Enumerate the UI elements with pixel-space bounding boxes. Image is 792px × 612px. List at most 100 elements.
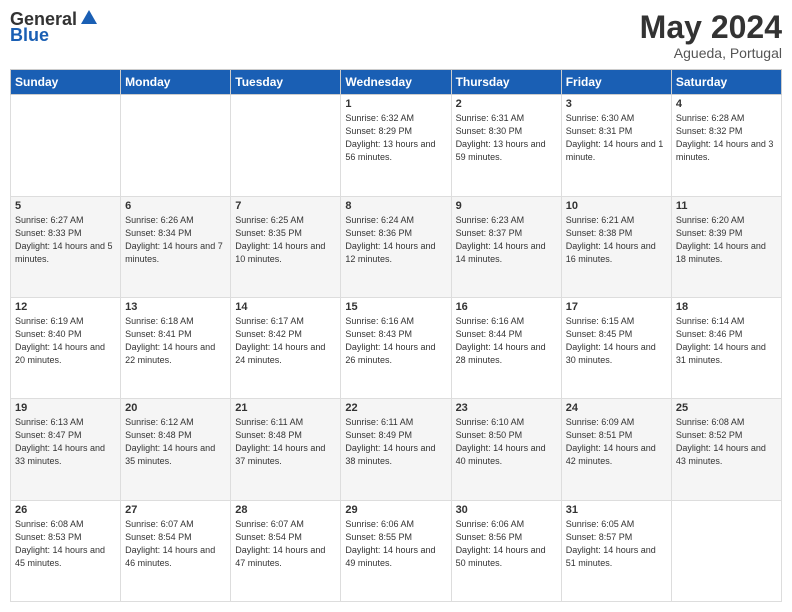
table-row: 10 Sunrise: 6:21 AMSunset: 8:38 PMDayligh… bbox=[561, 196, 671, 297]
day-info: Sunrise: 6:07 AMSunset: 8:54 PMDaylight:… bbox=[125, 518, 226, 570]
table-row: 6Sunrise: 6:26 AMSunset: 8:34 PMDaylight… bbox=[121, 196, 231, 297]
day-info: Sunrise: 6:14 AMSunset: 8:46 PMDaylight:… bbox=[676, 315, 777, 367]
table-row: 12 Sunrise: 6:19 AMSunset: 8:40 PMDayligh… bbox=[11, 297, 121, 398]
table-row: 20 Sunrise: 6:12 AMSunset: 8:48 PMDayligh… bbox=[121, 399, 231, 500]
day-number: 18 bbox=[676, 301, 777, 313]
day-number: 28 bbox=[235, 504, 336, 516]
week-row-4: 26 Sunrise: 6:08 AMSunset: 8:53 PMDayligh… bbox=[11, 500, 782, 601]
table-row: 2 Sunrise: 6:31 AMSunset: 8:30 PMDaylight… bbox=[451, 95, 561, 196]
table-row: 21 Sunrise: 6:11 AMSunset: 8:48 PMDayligh… bbox=[231, 399, 341, 500]
table-row bbox=[121, 95, 231, 196]
table-row: 29 Sunrise: 6:06 AMSunset: 8:55 PMDayligh… bbox=[341, 500, 451, 601]
header: General Blue May 2024 Agueda, Portugal bbox=[10, 10, 782, 61]
day-info: Sunrise: 6:06 AMSunset: 8:56 PMDaylight:… bbox=[456, 518, 557, 570]
day-number: 4 bbox=[676, 98, 777, 110]
day-number: 16 bbox=[456, 301, 557, 313]
day-number: 9 bbox=[456, 200, 557, 212]
page: General Blue May 2024 Agueda, Portugal S… bbox=[0, 0, 792, 612]
day-info: Sunrise: 6:24 AMSunset: 8:36 PMDaylight:… bbox=[345, 214, 446, 266]
table-row: 16 Sunrise: 6:16 AMSunset: 8:44 PMDayligh… bbox=[451, 297, 561, 398]
table-row: 19Sunrise: 6:13 AMSunset: 8:47 PMDayligh… bbox=[11, 399, 121, 500]
logo-icon bbox=[79, 8, 99, 28]
day-number: 21 bbox=[235, 402, 336, 414]
day-info: Sunrise: 6:21 AMSunset: 8:38 PMDaylight:… bbox=[566, 214, 667, 266]
table-row: 1 Sunrise: 6:32 AMSunset: 8:29 PMDaylight… bbox=[341, 95, 451, 196]
table-row: 31 Sunrise: 6:05 AMSunset: 8:57 PMDayligh… bbox=[561, 500, 671, 601]
table-row: 7Sunrise: 6:25 AMSunset: 8:35 PMDaylight… bbox=[231, 196, 341, 297]
day-info: Sunrise: 6:06 AMSunset: 8:55 PMDaylight:… bbox=[345, 518, 446, 570]
week-row-2: 12 Sunrise: 6:19 AMSunset: 8:40 PMDayligh… bbox=[11, 297, 782, 398]
day-info: Sunrise: 6:16 AMSunset: 8:43 PMDaylight:… bbox=[345, 315, 446, 367]
day-number: 6 bbox=[125, 200, 226, 212]
day-number: 1 bbox=[345, 98, 446, 110]
table-row bbox=[11, 95, 121, 196]
day-info: Sunrise: 6:23 AMSunset: 8:37 PMDaylight:… bbox=[456, 214, 557, 266]
day-number: 31 bbox=[566, 504, 667, 516]
table-row bbox=[231, 95, 341, 196]
day-info: Sunrise: 6:08 AMSunset: 8:52 PMDaylight:… bbox=[676, 416, 777, 468]
table-row: 13Sunrise: 6:18 AMSunset: 8:41 PMDayligh… bbox=[121, 297, 231, 398]
day-info: Sunrise: 6:08 AMSunset: 8:53 PMDaylight:… bbox=[15, 518, 116, 570]
col-friday: Friday bbox=[561, 70, 671, 95]
day-info: Sunrise: 6:30 AMSunset: 8:31 PMDaylight:… bbox=[566, 112, 667, 164]
day-number: 22 bbox=[345, 402, 446, 414]
col-saturday: Saturday bbox=[671, 70, 781, 95]
day-number: 11 bbox=[676, 200, 777, 212]
day-info: Sunrise: 6:17 AMSunset: 8:42 PMDaylight:… bbox=[235, 315, 336, 367]
table-row: 15 Sunrise: 6:16 AMSunset: 8:43 PMDayligh… bbox=[341, 297, 451, 398]
table-row: 24Sunrise: 6:09 AMSunset: 8:51 PMDayligh… bbox=[561, 399, 671, 500]
day-info: Sunrise: 6:19 AMSunset: 8:40 PMDaylight:… bbox=[15, 315, 116, 367]
day-number: 19 bbox=[15, 402, 116, 414]
day-info: Sunrise: 6:05 AMSunset: 8:57 PMDaylight:… bbox=[566, 518, 667, 570]
day-info: Sunrise: 6:20 AMSunset: 8:39 PMDaylight:… bbox=[676, 214, 777, 266]
title-block: May 2024 Agueda, Portugal bbox=[640, 10, 782, 61]
col-tuesday: Tuesday bbox=[231, 70, 341, 95]
day-info: Sunrise: 6:15 AMSunset: 8:45 PMDaylight:… bbox=[566, 315, 667, 367]
day-number: 23 bbox=[456, 402, 557, 414]
day-info: Sunrise: 6:16 AMSunset: 8:44 PMDaylight:… bbox=[456, 315, 557, 367]
day-number: 20 bbox=[125, 402, 226, 414]
col-monday: Monday bbox=[121, 70, 231, 95]
day-info: Sunrise: 6:25 AMSunset: 8:35 PMDaylight:… bbox=[235, 214, 336, 266]
day-number: 26 bbox=[15, 504, 116, 516]
table-row: 17 Sunrise: 6:15 AMSunset: 8:45 PMDayligh… bbox=[561, 297, 671, 398]
col-sunday: Sunday bbox=[11, 70, 121, 95]
table-row: 27 Sunrise: 6:07 AMSunset: 8:54 PMDayligh… bbox=[121, 500, 231, 601]
day-info: Sunrise: 6:32 AMSunset: 8:29 PMDaylight:… bbox=[345, 112, 446, 164]
day-number: 15 bbox=[345, 301, 446, 313]
day-number: 30 bbox=[456, 504, 557, 516]
week-row-3: 19Sunrise: 6:13 AMSunset: 8:47 PMDayligh… bbox=[11, 399, 782, 500]
day-info: Sunrise: 6:09 AMSunset: 8:51 PMDaylight:… bbox=[566, 416, 667, 468]
day-info: Sunrise: 6:07 AMSunset: 8:54 PMDaylight:… bbox=[235, 518, 336, 570]
day-info: Sunrise: 6:28 AMSunset: 8:32 PMDaylight:… bbox=[676, 112, 777, 164]
table-row: 5Sunrise: 6:27 AMSunset: 8:33 PMDaylight… bbox=[11, 196, 121, 297]
day-number: 12 bbox=[15, 301, 116, 313]
month-title: May 2024 bbox=[640, 10, 782, 45]
table-row: 25 Sunrise: 6:08 AMSunset: 8:52 PMDayligh… bbox=[671, 399, 781, 500]
day-number: 10 bbox=[566, 200, 667, 212]
table-row: 4 Sunrise: 6:28 AMSunset: 8:32 PMDaylight… bbox=[671, 95, 781, 196]
day-number: 2 bbox=[456, 98, 557, 110]
table-row: 30 Sunrise: 6:06 AMSunset: 8:56 PMDayligh… bbox=[451, 500, 561, 601]
day-number: 17 bbox=[566, 301, 667, 313]
day-number: 8 bbox=[345, 200, 446, 212]
table-row: 3 Sunrise: 6:30 AMSunset: 8:31 PMDaylight… bbox=[561, 95, 671, 196]
location-title: Agueda, Portugal bbox=[640, 45, 782, 61]
day-number: 29 bbox=[345, 504, 446, 516]
table-row: 18 Sunrise: 6:14 AMSunset: 8:46 PMDayligh… bbox=[671, 297, 781, 398]
day-info: Sunrise: 6:31 AMSunset: 8:30 PMDaylight:… bbox=[456, 112, 557, 164]
day-info: Sunrise: 6:12 AMSunset: 8:48 PMDaylight:… bbox=[125, 416, 226, 468]
day-number: 14 bbox=[235, 301, 336, 313]
col-thursday: Thursday bbox=[451, 70, 561, 95]
day-number: 25 bbox=[676, 402, 777, 414]
calendar: Sunday Monday Tuesday Wednesday Thursday… bbox=[10, 69, 782, 602]
day-number: 3 bbox=[566, 98, 667, 110]
day-number: 13 bbox=[125, 301, 226, 313]
day-info: Sunrise: 6:11 AMSunset: 8:48 PMDaylight:… bbox=[235, 416, 336, 468]
day-number: 27 bbox=[125, 504, 226, 516]
table-row: 9 Sunrise: 6:23 AMSunset: 8:37 PMDaylight… bbox=[451, 196, 561, 297]
logo: General Blue bbox=[10, 10, 99, 46]
day-info: Sunrise: 6:27 AMSunset: 8:33 PMDaylight:… bbox=[15, 214, 116, 266]
table-row: 26 Sunrise: 6:08 AMSunset: 8:53 PMDayligh… bbox=[11, 500, 121, 601]
table-row: 28 Sunrise: 6:07 AMSunset: 8:54 PMDayligh… bbox=[231, 500, 341, 601]
